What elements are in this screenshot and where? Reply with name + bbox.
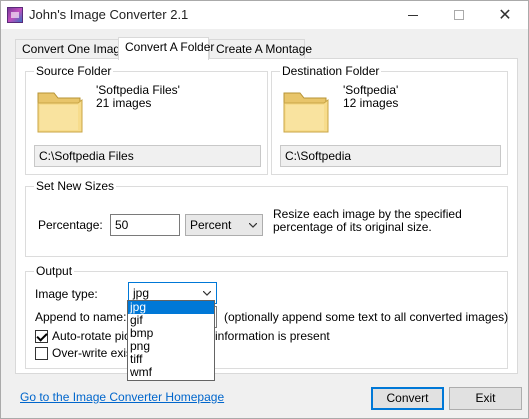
- minimize-icon: [408, 14, 418, 16]
- maximize-icon: [454, 10, 464, 20]
- percentage-label: Percentage:: [38, 218, 103, 232]
- app-window: John's Image Converter 2.1 ✕ Convert One…: [0, 0, 529, 419]
- percentage-input[interactable]: 50: [110, 214, 180, 236]
- set-new-sizes-label: Set New Sizes: [34, 179, 117, 193]
- destination-folder-name: 'Softpedia': [343, 83, 399, 97]
- destination-folder-group: Destination Folder 'Softpedia' 12 images…: [271, 64, 508, 175]
- convert-button[interactable]: Convert: [371, 387, 444, 410]
- source-path-field: C:\Softpedia Files: [34, 145, 261, 167]
- image-type-label: Image type:: [35, 287, 98, 301]
- size-unit-select[interactable]: Percent: [185, 214, 263, 236]
- resize-description: Resize each image by the specified perce…: [273, 207, 462, 234]
- image-type-dropdown-list[interactable]: jpg gif bmp png tiff wmf: [127, 300, 215, 381]
- maximize-button[interactable]: [436, 1, 482, 29]
- close-icon: ✕: [498, 7, 512, 24]
- overwrite-checkbox[interactable]: [35, 347, 48, 360]
- tab-convert-one-image[interactable]: Convert One Image: [15, 39, 127, 59]
- destination-path-field: C:\Softpedia: [280, 145, 501, 167]
- chevron-down-icon: [249, 223, 257, 228]
- overwrite-label[interactable]: Over-write exis: [52, 346, 132, 360]
- output-group: Output Image type: jpg Append to name: (…: [25, 264, 509, 369]
- destination-folder-label: Destination Folder: [280, 64, 382, 78]
- tab-create-a-montage[interactable]: Create A Montage: [209, 39, 312, 59]
- source-folder-name: 'Softpedia Files': [96, 83, 180, 97]
- homepage-link[interactable]: Go to the Image Converter Homepage: [20, 390, 224, 404]
- destination-image-count: 12 images: [343, 96, 399, 110]
- source-folder-group: Source Folder 'Softpedia Files' 21 image…: [25, 64, 268, 175]
- chevron-down-icon: [203, 291, 211, 296]
- window-title: John's Image Converter 2.1: [29, 7, 189, 22]
- app-icon: [7, 7, 23, 23]
- image-type-value: jpg: [133, 286, 150, 300]
- dropdown-option-wmf[interactable]: wmf: [128, 366, 214, 379]
- title-bar: John's Image Converter 2.1 ✕: [1, 1, 528, 29]
- exit-button[interactable]: Exit: [449, 387, 522, 410]
- source-folder-label: Source Folder: [34, 64, 114, 78]
- size-unit-value: Percent: [190, 218, 232, 232]
- close-button[interactable]: ✕: [482, 1, 528, 29]
- autorotate-label-tail: information is present: [215, 329, 330, 343]
- source-image-count: 21 images: [96, 96, 152, 110]
- tab-panel-convert-folder: Source Folder 'Softpedia Files' 21 image…: [15, 58, 518, 374]
- append-to-name-label: Append to name:: [35, 310, 127, 324]
- set-new-sizes-group: Set New Sizes Percentage: 50 Percent Res…: [25, 179, 508, 257]
- destination-folder-icon[interactable]: [280, 85, 332, 137]
- autorotate-checkbox[interactable]: [35, 330, 48, 343]
- append-hint: (optionally append some text to all conv…: [224, 310, 509, 324]
- tab-convert-a-folder[interactable]: Convert A Folder: [118, 37, 214, 60]
- source-folder-icon[interactable]: [34, 85, 86, 137]
- minimize-button[interactable]: [390, 1, 436, 29]
- output-label: Output: [34, 264, 75, 278]
